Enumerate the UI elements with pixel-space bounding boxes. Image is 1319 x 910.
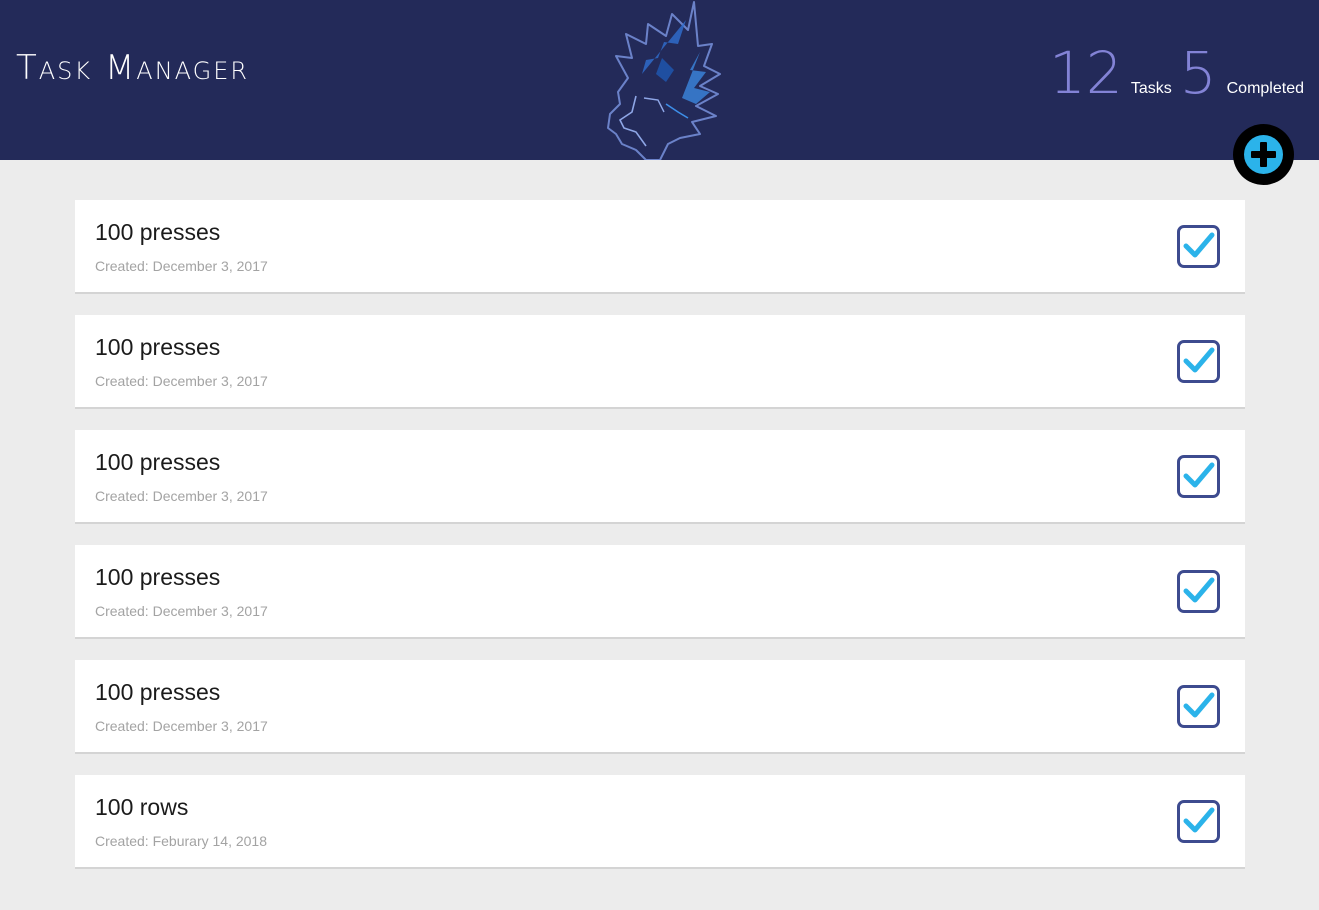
task-complete-checkbox[interactable] xyxy=(1177,340,1220,383)
task-stats: 12 Tasks 5 Completed xyxy=(1049,44,1304,102)
tasks-count: 12 xyxy=(1049,39,1123,107)
task-created-date: Created: Feburary 14, 2018 xyxy=(95,833,267,849)
add-task-button[interactable] xyxy=(1233,124,1294,185)
task-title: 100 rows xyxy=(95,794,189,820)
task-card[interactable]: 100 presses Created: December 3, 2017 xyxy=(75,430,1245,524)
saiyan-head-logo-icon xyxy=(602,0,726,161)
task-created-date: Created: December 3, 2017 xyxy=(95,488,268,504)
task-card[interactable]: 100 presses Created: December 3, 2017 xyxy=(75,660,1245,754)
task-created-date: Created: December 3, 2017 xyxy=(95,603,268,619)
tasks-label: Tasks xyxy=(1130,80,1172,97)
task-title: 100 presses xyxy=(95,564,221,590)
app-header: Task Manager 12 Tasks 5 Completed xyxy=(0,0,1319,161)
completed-label: Completed xyxy=(1226,80,1304,97)
task-list: 100 presses Created: December 3, 2017 10… xyxy=(75,200,1245,890)
task-card[interactable]: 100 presses Created: December 3, 2017 xyxy=(75,315,1245,409)
task-card[interactable]: 100 rows Created: Feburary 14, 2018 xyxy=(75,775,1245,869)
task-title: 100 presses xyxy=(95,449,221,475)
app-title: Task Manager xyxy=(16,48,250,88)
task-title: 100 presses xyxy=(95,679,221,705)
task-created-date: Created: December 3, 2017 xyxy=(95,373,268,389)
task-title: 100 presses xyxy=(95,219,221,245)
task-card[interactable]: 100 presses Created: December 3, 2017 xyxy=(75,200,1245,294)
plus-circle-icon xyxy=(1244,135,1283,174)
task-title: 100 presses xyxy=(95,334,221,360)
task-complete-checkbox[interactable] xyxy=(1177,800,1220,843)
task-complete-checkbox[interactable] xyxy=(1177,455,1220,498)
task-created-date: Created: December 3, 2017 xyxy=(95,258,268,274)
task-complete-checkbox[interactable] xyxy=(1177,570,1220,613)
task-complete-checkbox[interactable] xyxy=(1177,685,1220,728)
task-card[interactable]: 100 presses Created: December 3, 2017 xyxy=(75,545,1245,639)
completed-count: 5 xyxy=(1179,39,1217,107)
task-created-date: Created: December 3, 2017 xyxy=(95,718,268,734)
task-complete-checkbox[interactable] xyxy=(1177,225,1220,268)
